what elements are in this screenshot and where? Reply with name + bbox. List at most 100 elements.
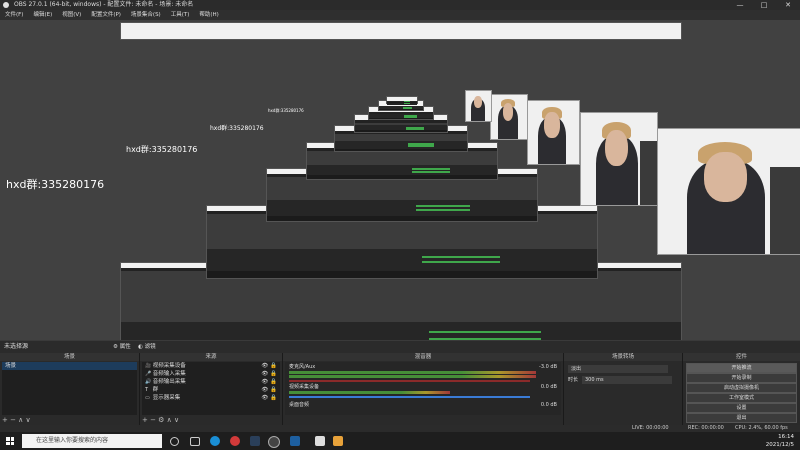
overlay-text: hxd群:335280176: [6, 178, 105, 191]
volume-meter: [289, 371, 536, 374]
clock-time: 16:14: [778, 434, 794, 440]
task-view-icon[interactable]: [190, 437, 200, 446]
windows-start-icon[interactable]: [6, 437, 14, 445]
channel-db: 0.0 dB: [540, 384, 557, 390]
edge-icon[interactable]: [210, 436, 220, 446]
controls-title: 控件: [683, 353, 800, 361]
settings-button[interactable]: 设置: [686, 403, 797, 413]
source-item[interactable]: 🎤 音频输入采集 👁 🔒: [142, 370, 280, 378]
volume-slider[interactable]: [289, 380, 531, 382]
steam-icon[interactable]: [250, 436, 260, 446]
app-icon-2[interactable]: [315, 436, 325, 446]
nested-obs-frame: [386, 96, 418, 105]
volume-slider[interactable]: [289, 396, 531, 398]
selected-source-label: 未选择源: [4, 343, 29, 350]
speaker-icon: 🔊: [145, 379, 152, 385]
sources-list: 🎥 视频采集设备 👁 🔒 🎤 音频输入采集 👁 🔒 🔊 音频输出采集 👁 🔒 T 群 👁…: [142, 362, 280, 415]
start-recording-button[interactable]: 开始录制: [686, 373, 797, 383]
source-item[interactable]: 🎥 视频采集设备 👁 🔒: [142, 362, 280, 370]
start-virtual-camera-button[interactable]: 启动虚拟摄像机: [686, 383, 797, 393]
source-item[interactable]: 🔊 音频输出采集 👁 🔒: [142, 378, 280, 386]
source-item[interactable]: T 群 👁 🔒: [142, 386, 280, 394]
properties-button[interactable]: ⚙ 属性: [113, 343, 131, 351]
properties-label: 属性: [119, 344, 131, 350]
start-streaming-button[interactable]: 开始推流: [686, 363, 797, 373]
menu-view[interactable]: 视图(V): [57, 10, 86, 20]
obs-logo-icon: [3, 2, 9, 8]
volume-meter: [289, 375, 536, 378]
taskbar-search-input[interactable]: 在这里输入你要搜索的内容: [22, 434, 162, 448]
sources-footer-buttons[interactable]: + − ⚙ ∧ ∨: [142, 415, 280, 425]
channel-db: -3.0 dB: [539, 364, 557, 370]
channel-db: 0.0 dB: [540, 402, 557, 408]
camera-feed-nested: [490, 94, 528, 140]
cortana-icon[interactable]: [170, 437, 179, 446]
sources-title: 来源: [140, 353, 282, 361]
window-title: OBS 27.0.1 (64-bit, windows) - 配置文件: 未命名…: [14, 1, 194, 8]
rec-status: REC: 00:00:00: [688, 425, 724, 431]
overlay-text-nested: hxd群:335280176: [210, 125, 264, 132]
obs-taskbar-icon[interactable]: [268, 436, 280, 448]
channel-name: 桌面音频: [289, 402, 310, 408]
menu-profile[interactable]: 配置文件(P): [86, 10, 126, 20]
menu-bar: 文件(F) 编辑(E) 视图(V) 配置文件(P) 场景集合(S) 工具(T) …: [0, 10, 800, 20]
audio-mixer-panel: 混音器 麦克风/Aux -3.0 dB 视频采集设备 0.0 dB 桌面音频 0…: [283, 353, 564, 425]
app-icon-3[interactable]: [333, 436, 343, 446]
close-button[interactable]: ✕: [776, 0, 800, 10]
windows-taskbar: 在这里输入你要搜索的内容 16:14 2021/12/5: [0, 432, 800, 450]
studio-mode-button[interactable]: 工作室模式: [686, 393, 797, 403]
overlay-text-nested: hxd群:335280176: [268, 108, 304, 113]
live-status: LIVE: 00:00:00: [632, 425, 669, 431]
controls-panel: 控件 开始推流 开始录制 启动虚拟摄像机 工作室模式 设置 退出: [683, 353, 800, 425]
overlay-text-nested: hxd群:335280176: [126, 145, 198, 154]
mixer-body: 麦克风/Aux -3.0 dB 视频采集设备 0.0 dB 桌面音频 0.0 d…: [285, 362, 561, 415]
camera-feed-nested: [465, 90, 492, 122]
transitions-title: 场景转场: [564, 353, 682, 361]
maximize-button[interactable]: □: [752, 0, 776, 10]
scenes-title: 场景: [0, 353, 139, 361]
monitor-icon: ▭: [145, 395, 150, 401]
system-tray-clock[interactable]: 16:14 2021/12/5: [766, 433, 794, 449]
steam-icon-2[interactable]: [290, 436, 300, 446]
menu-file[interactable]: 文件(F): [0, 10, 28, 20]
scene-item[interactable]: 场景: [2, 362, 137, 370]
status-bar: LIVE: 00:00:00 REC: 00:00:00 CPU: 2.4%, …: [0, 425, 800, 432]
mixer-channel: 视频采集设备 0.0 dB: [289, 384, 557, 398]
filters-button[interactable]: ◐ 滤镜: [138, 343, 156, 351]
menu-edit[interactable]: 编辑(E): [28, 10, 57, 20]
duration-label: 时长: [568, 377, 579, 383]
channel-name: 视频采集设备: [289, 384, 320, 390]
window-controls: — □ ✕: [728, 0, 800, 10]
minimize-button[interactable]: —: [728, 0, 752, 10]
scene-transitions-panel: 场景转场 淡出 时长 300 ms: [564, 353, 683, 425]
scenes-footer-buttons[interactable]: + − ∧ ∨: [2, 415, 137, 425]
camera-icon: 🎥: [145, 363, 152, 369]
scenes-list: 场景: [2, 362, 137, 415]
duration-input[interactable]: 300 ms: [582, 376, 672, 384]
camera-feed-nested: [580, 112, 658, 206]
mixer-channel: 麦克风/Aux -3.0 dB: [289, 364, 557, 382]
menu-scene-collection[interactable]: 场景集合(S): [126, 10, 166, 20]
menu-help[interactable]: 帮助(H): [194, 10, 223, 20]
exit-button[interactable]: 退出: [686, 413, 797, 423]
sources-panel: 来源 🎥 视频采集设备 👁 🔒 🎤 音频输入采集 👁 🔒 🔊 音频输出采集 👁 🔒 T…: [140, 353, 283, 425]
dock-area: 场景 场景 + − ∧ ∨ 来源 🎥 视频采集设备 👁 🔒 🎤 音频输入采集 👁 🔒…: [0, 353, 800, 425]
preview-canvas[interactable]: hxd群:335280176 hxd群:335280176 hxd群:33528…: [0, 20, 800, 340]
scenes-panel: 场景 场景 + − ∧ ∨: [0, 353, 140, 425]
text-icon: T: [145, 387, 149, 393]
camera-feed-nested: [527, 100, 580, 165]
nested-obs-frame: [120, 22, 682, 40]
transition-type-select[interactable]: 淡出: [568, 365, 668, 373]
source-toolbar: 未选择源 ⚙ 属性 ◐ 滤镜: [0, 341, 800, 353]
menu-tools[interactable]: 工具(T): [166, 10, 195, 20]
window-title-bar: OBS 27.0.1 (64-bit, windows) - 配置文件: 未命名…: [0, 0, 800, 10]
channel-name: 麦克风/Aux: [289, 364, 316, 370]
mixer-title: 混音器: [283, 353, 563, 361]
filters-label: 滤镜: [144, 344, 156, 350]
source-item[interactable]: ▭ 显示器采集 👁 🔒: [142, 394, 280, 402]
volume-meter: [289, 391, 450, 394]
cpu-status: CPU: 2.4%, 60.00 fps: [735, 425, 788, 431]
camera-feed: [657, 128, 800, 255]
clock-date: 2021/12/5: [765, 442, 794, 448]
app-icon[interactable]: [230, 436, 240, 446]
